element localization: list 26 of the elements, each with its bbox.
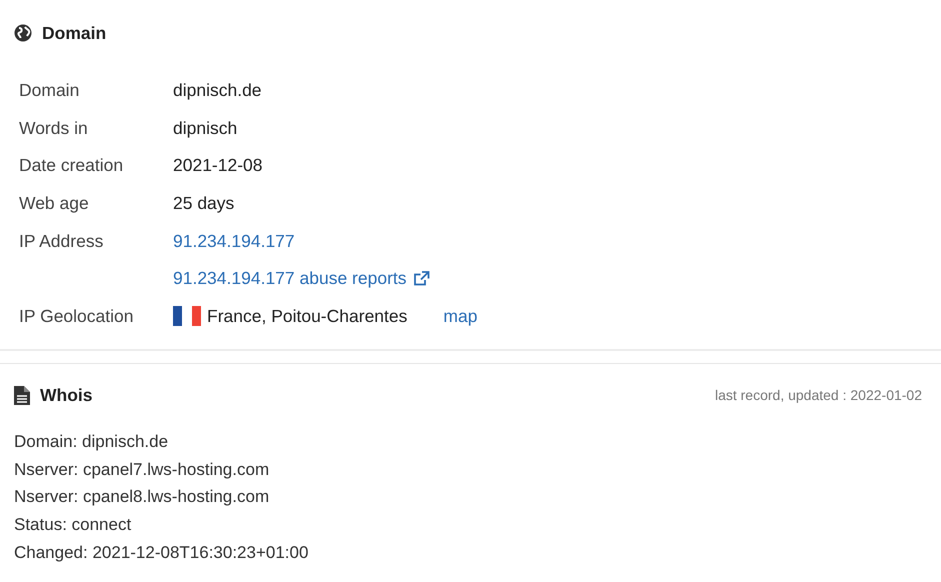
- whois-line: Nserver: cpanel8.lws-hosting.com: [14, 486, 270, 508]
- external-link-icon: [412, 270, 430, 287]
- field-label: IP Address: [19, 230, 104, 252]
- whois-line: Status: connect: [14, 514, 132, 536]
- field-value: dipnisch.de: [173, 80, 262, 102]
- document-icon: [14, 386, 30, 405]
- whois-line: Domain: dipnisch.de: [14, 431, 170, 454]
- field-value: dipnisch: [173, 118, 238, 139]
- globe-icon: [14, 24, 32, 42]
- section-title: Domain: [42, 22, 106, 44]
- field-label: IP Geolocation: [19, 306, 134, 327]
- field-value: 2021-12-08: [173, 155, 263, 176]
- location-text: France, Poitou-Charentes: [207, 306, 408, 327]
- field-value: 25 days: [173, 193, 234, 214]
- field-label: Domain: [19, 80, 80, 102]
- section-title: Whois: [40, 384, 92, 406]
- field-label: Date creation: [19, 155, 124, 176]
- field-label: Web age: [19, 193, 90, 214]
- whois-line: Changed: 2021-12-08T16:30:23+01:00: [14, 542, 310, 564]
- map-link[interactable]: map: [443, 306, 478, 327]
- ip-link[interactable]: 91.234.194.177: [173, 230, 295, 252]
- updated-date: last record, updated : 2022-01-02: [714, 387, 922, 404]
- flag-icon: [173, 306, 201, 326]
- field-label: Words in: [19, 118, 89, 139]
- abuse-reports-link[interactable]: 91.234.194.177 abuse reports: [173, 268, 430, 290]
- whois-line: Nserver: cpanel7.lws-hosting.com: [14, 458, 270, 481]
